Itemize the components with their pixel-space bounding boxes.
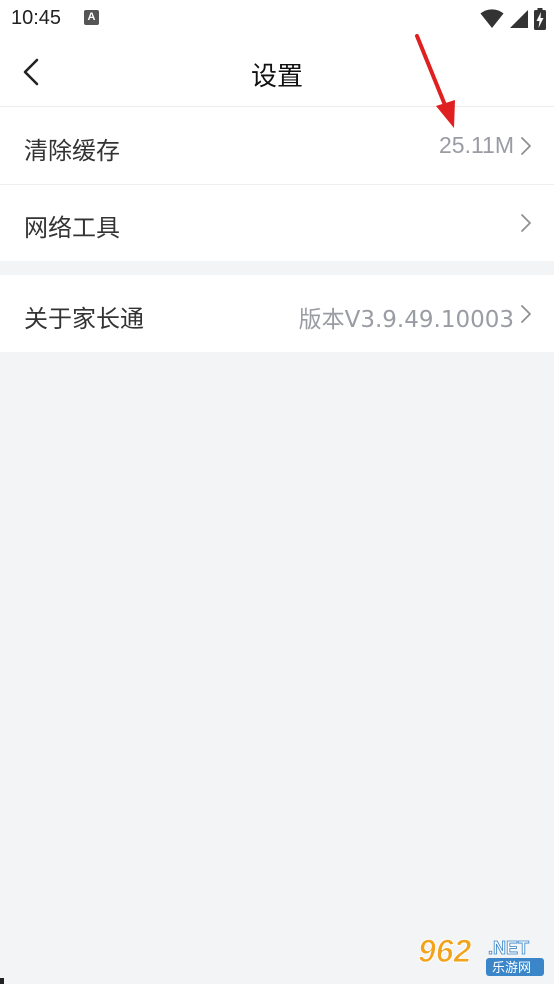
status-bar: 10:45 A <box>0 0 554 38</box>
clear-cache-label: 清除缓存 <box>24 137 120 165</box>
version-value: 版本V3.9.49.10003 <box>298 307 514 333</box>
network-tools-label: 网络工具 <box>24 214 120 242</box>
settings-group-about: 关于家长通 版本V3.9.49.10003 <box>0 275 554 352</box>
network-tools-row[interactable]: 网络工具 <box>0 184 554 261</box>
status-icons <box>480 7 546 31</box>
about-label: 关于家长通 <box>24 305 144 333</box>
about-row[interactable]: 关于家长通 版本V3.9.49.10003 <box>0 275 554 352</box>
chevron-right-icon <box>521 137 531 155</box>
nav-bar: 设置 <box>0 38 554 107</box>
notification-a-icon: A <box>84 10 99 25</box>
chevron-right-icon <box>521 305 531 323</box>
cache-size-value: 25.11M <box>438 132 514 158</box>
corner-mark <box>0 978 4 984</box>
page-title: 设置 <box>250 62 303 92</box>
watermark-net: .NET <box>488 938 529 958</box>
signal-icon <box>510 10 528 28</box>
settings-group-storage: 清除缓存 25.11M 网络工具 <box>0 107 554 261</box>
wifi-icon <box>480 9 504 28</box>
watermark-cn: 乐游网 <box>492 961 531 976</box>
status-time: 10:45 <box>11 7 62 29</box>
watermark-number: 962 <box>418 933 472 969</box>
battery-charging-icon <box>534 8 546 30</box>
chevron-right-icon <box>521 214 531 232</box>
clear-cache-row[interactable]: 清除缓存 25.11M <box>0 107 554 184</box>
watermark-logo: 962 .NET 乐游网 <box>418 933 544 976</box>
